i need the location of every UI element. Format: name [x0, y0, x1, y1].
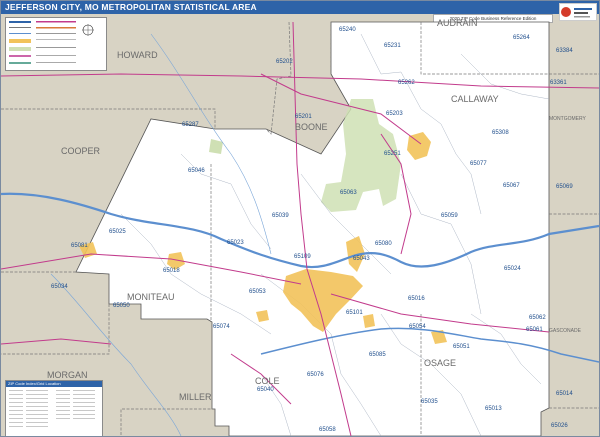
zip-label: 65025 [109, 229, 126, 235]
zip-label: 65040 [257, 387, 274, 393]
county-label-howard: HOWARD [117, 50, 158, 60]
zip-label: 65231 [384, 43, 401, 49]
map-legend [5, 17, 107, 71]
zip-label: 65051 [453, 344, 470, 350]
zip-label: 65014 [556, 391, 573, 397]
zip-label: 65074 [213, 324, 230, 330]
county-label-audrain: AUDRAIN [437, 18, 478, 28]
zip-label: 65043 [353, 256, 370, 262]
zip-label: 65203 [386, 111, 403, 117]
zip-label: 65080 [375, 241, 392, 247]
zip-label: 65109 [294, 254, 311, 260]
zip-label: 65067 [503, 183, 520, 189]
county-label-callaway: CALLAWAY [451, 94, 499, 104]
county-label-gasconade: GASCONADE [549, 328, 582, 334]
zip-label: 65054 [409, 324, 426, 330]
zip-label: 65050 [113, 303, 130, 309]
county-label-cooper: COOPER [61, 146, 101, 156]
zip-label: 65262 [398, 80, 415, 86]
map-title: JEFFERSON CITY, MO METROPOLITAN STATISTI… [5, 2, 257, 12]
zip-label: 65023 [227, 240, 244, 246]
zip-label: 65202 [276, 59, 293, 65]
zip-label: 65016 [408, 296, 425, 302]
county-label-miller: MILLER [179, 392, 212, 402]
map-canvas: HOWARD COOPER BOONE AUDRAIN CALLAWAY MON… [1, 18, 599, 436]
zip-label: 65251 [384, 151, 401, 157]
zip-label: 65085 [369, 352, 386, 358]
zip-label: 65264 [513, 35, 530, 41]
zip-label: 65063 [340, 190, 357, 196]
county-label-cole: COLE [255, 376, 280, 386]
zip-label: 65039 [272, 213, 289, 219]
zip-label: 65062 [529, 315, 546, 321]
zip-label: 65018 [163, 268, 180, 274]
zip-label: 65308 [492, 130, 509, 136]
zip-label: 65053 [249, 289, 266, 295]
zip-label: 65076 [307, 372, 324, 378]
zip-label: 65024 [504, 266, 521, 272]
zip-label: 65081 [71, 243, 88, 249]
zip-label: 63361 [550, 80, 567, 86]
zip-index-table [9, 390, 95, 427]
county-label-montgomery: MONTGOMERY [549, 116, 587, 122]
county-label-boone: BOONE [295, 122, 328, 132]
county-label-osage: OSAGE [424, 358, 456, 368]
title-bar: JEFFERSON CITY, MO METROPOLITAN STATISTI… [1, 1, 599, 14]
map-frame: JEFFERSON CITY, MO METROPOLITAN STATISTI… [0, 0, 600, 437]
legend-graphic [9, 21, 94, 64]
zip-label: 65201 [295, 114, 312, 120]
zip-label: 65101 [346, 310, 363, 316]
zip-label: 65058 [319, 427, 336, 433]
zip-label: 65061 [526, 327, 543, 333]
zip-label: 65034 [51, 284, 68, 290]
zip-label: 65013 [485, 406, 502, 412]
zip-label: 65035 [421, 399, 438, 405]
zip-index-inset: ZIP Code Index/Grid Location [5, 380, 103, 436]
zip-label: 65026 [551, 423, 568, 429]
zip-label: 65287 [182, 122, 199, 128]
zip-label: 65077 [470, 161, 487, 167]
zip-label: 65069 [556, 184, 573, 190]
taos-urban [363, 314, 375, 328]
zip-label: 65046 [188, 168, 205, 174]
zip-label: 65240 [339, 27, 356, 33]
county-label-moniteau: MONITEAU [127, 292, 175, 302]
zip-label: 63384 [556, 48, 573, 54]
county-label-morgan: MORGAN [47, 370, 88, 380]
zip-label: 65059 [441, 213, 458, 219]
